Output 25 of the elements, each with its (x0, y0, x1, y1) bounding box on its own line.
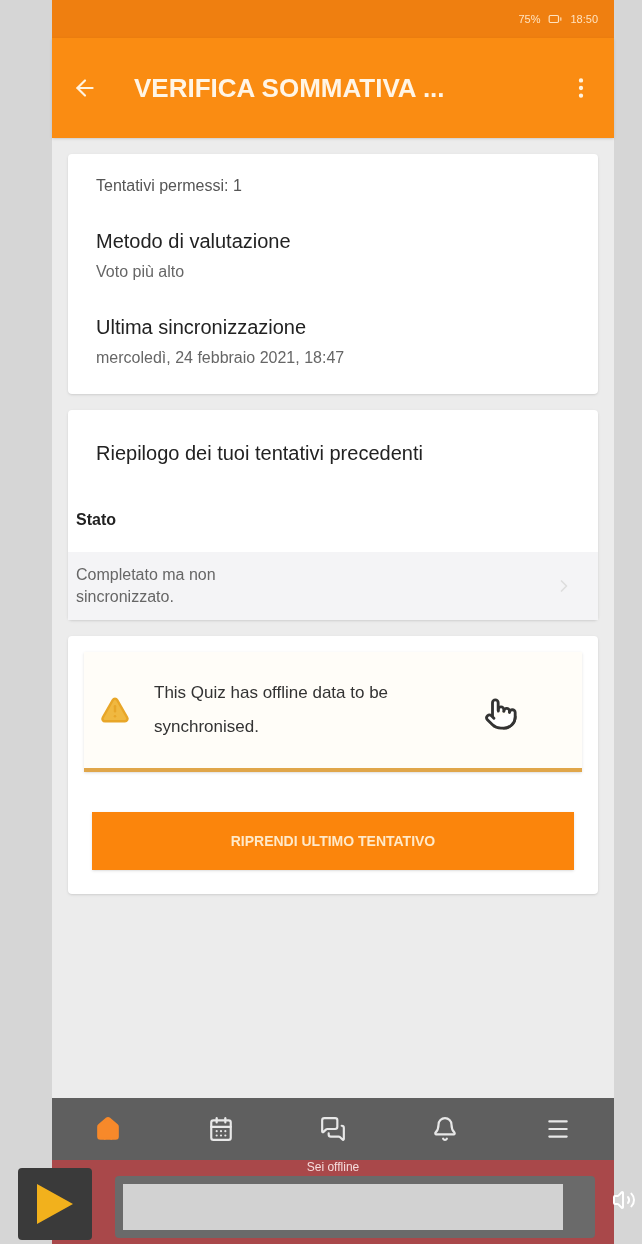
field-label: Ultima sincronizzazione (96, 315, 308, 340)
notifications-icon[interactable] (432, 1116, 459, 1142)
attempt-status: Completato ma non sincronizzato. (76, 565, 217, 607)
column-header: Stato (75, 510, 117, 530)
home-icon[interactable] (95, 1116, 122, 1142)
field-label: Metodo di valutazione (96, 229, 292, 254)
attempts-text: Tentativi permessi: 1 (96, 176, 243, 196)
play-icon (37, 1184, 73, 1224)
summary-title: Riepilogo dei tuoi tentativi precedenti (95, 441, 424, 466)
messages-icon[interactable] (319, 1116, 346, 1142)
warning-text: This Quiz has offline data to be synchronised. (154, 682, 390, 738)
play-button[interactable] (18, 1168, 92, 1240)
page-title: VERIFICA SOMMATIVA ... (134, 71, 446, 105)
calendar-icon[interactable] (207, 1116, 234, 1142)
attempt-row[interactable]: Completato ma non sincronizzato. (68, 552, 598, 620)
battery-icon (548, 12, 563, 26)
battery-percentage: 75% (518, 11, 541, 27)
clock-time: 18:50 (570, 11, 598, 27)
volume-icon[interactable] (612, 1188, 636, 1212)
offline-text: Sei offline (306, 1161, 360, 1176)
video-progress-track[interactable] (115, 1176, 595, 1238)
warning-icon (100, 695, 130, 725)
field-value: Voto più alto (96, 262, 186, 282)
hand-cursor-icon (484, 697, 518, 731)
field-value: mercoledì, 24 febbraio 2021, 18:47 (96, 348, 346, 368)
